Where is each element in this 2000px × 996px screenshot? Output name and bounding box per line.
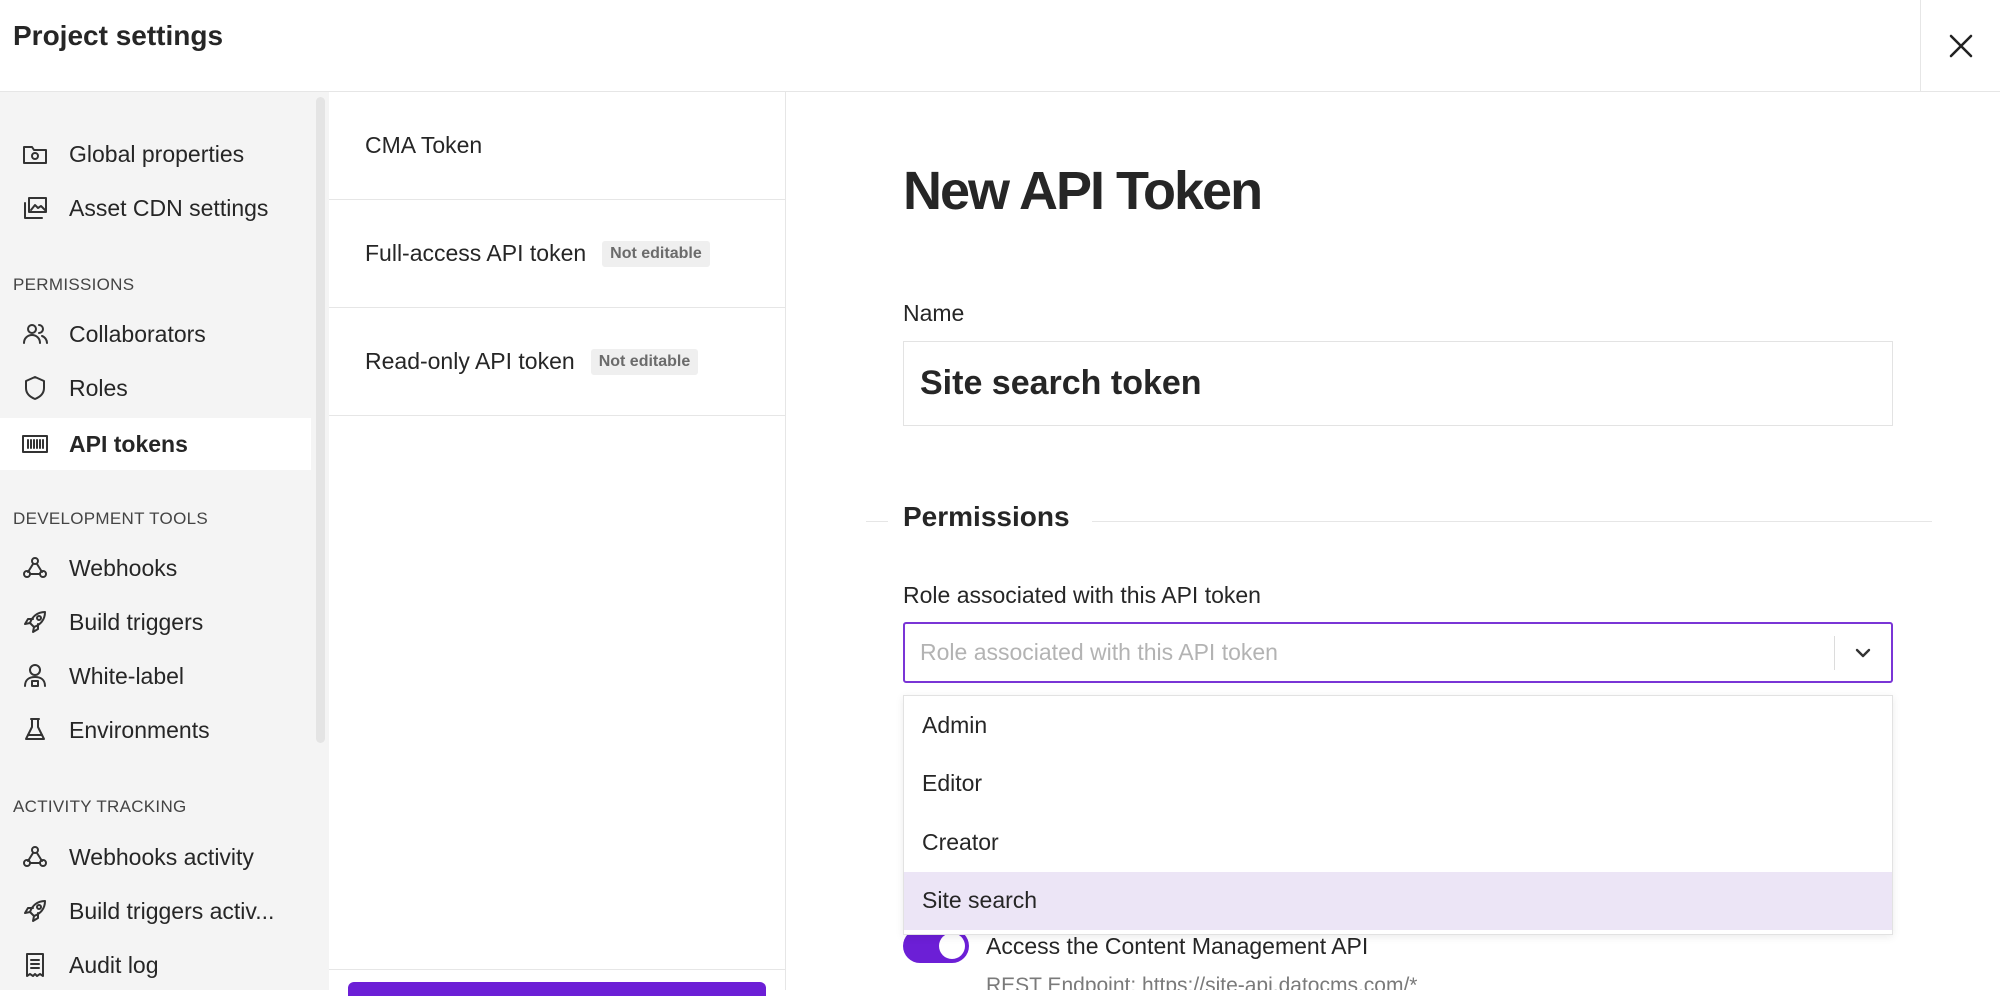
section-heading-development-tools: DEVELOPMENT TOOLS — [13, 509, 208, 528]
new-token-button[interactable] — [348, 982, 766, 996]
folder-gear-icon — [20, 139, 50, 169]
name-label: Name — [903, 300, 965, 326]
role-label: Role associated with this API token — [903, 582, 1261, 608]
divider — [329, 969, 785, 970]
role-option-admin[interactable]: Admin — [904, 696, 1892, 755]
sidebar-item-environments[interactable]: Environments — [0, 704, 311, 756]
flask-icon — [20, 715, 50, 745]
name-input[interactable] — [903, 341, 1893, 426]
users-icon — [20, 319, 50, 349]
token-item-full-access[interactable]: Full-access API token Not editable — [329, 200, 785, 308]
rest-endpoint-hint: REST Endpoint: https://site-api.datocms.… — [986, 974, 1418, 990]
divider — [866, 521, 888, 522]
sidebar-item-label: Build triggers activ... — [69, 897, 275, 924]
sidebar-item-white-label[interactable]: White-label — [0, 650, 311, 702]
sidebar-item-asset-cdn-settings[interactable]: Asset CDN settings — [0, 182, 311, 234]
close-icon — [1949, 34, 1972, 58]
toggle-knob — [939, 933, 965, 959]
role-option-creator[interactable]: Creator — [904, 813, 1892, 872]
sidebar-item-label: White-label — [69, 662, 185, 689]
sidebar-item-collaborators[interactable]: Collaborators — [0, 308, 311, 360]
cma-access-label: Access the Content Management API — [986, 933, 1369, 959]
webhook-icon — [20, 553, 50, 583]
sidebar-item-label: Asset CDN settings — [69, 194, 269, 221]
not-editable-badge: Not editable — [590, 348, 699, 375]
user-badge-icon — [20, 661, 50, 691]
barcode-icon — [20, 429, 50, 459]
sidebar-item-webhooks-activity[interactable]: Webhooks activity — [0, 831, 311, 883]
sidebar-item-roles[interactable]: Roles — [0, 362, 311, 414]
shield-icon — [20, 373, 50, 403]
sidebar-item-api-tokens[interactable]: API tokens — [0, 418, 311, 470]
sidebar-scrollbar[interactable] — [316, 97, 325, 743]
sidebar-item-label: Webhooks activity — [69, 843, 254, 870]
sidebar-item-label: Global properties — [69, 140, 245, 167]
main-panel: New API Token Name Permissions Role asso… — [786, 92, 2000, 990]
sidebar-item-label: Webhooks — [69, 554, 178, 581]
token-list: CMA Token Full-access API token Not edit… — [329, 92, 786, 996]
sidebar-item-label: Environments — [69, 716, 210, 743]
sidebar-item-webhooks[interactable]: Webhooks — [0, 542, 311, 594]
not-editable-badge: Not editable — [602, 240, 710, 267]
images-icon — [20, 193, 50, 223]
role-select[interactable]: Role associated with this API token — [903, 622, 1893, 683]
form-title: New API Token — [903, 161, 1263, 221]
sidebar-item-build-triggers-activity[interactable]: Build triggers activ... — [0, 885, 311, 937]
token-item-cma-token[interactable]: CMA Token — [329, 92, 785, 200]
sidebar-item-build-triggers[interactable]: Build triggers — [0, 596, 311, 648]
receipt-icon — [20, 950, 50, 980]
sidebar-item-label: Build triggers — [69, 608, 204, 635]
page-title: Project settings — [13, 20, 224, 51]
sidebar-item-global-properties[interactable]: Global properties — [0, 128, 311, 180]
sidebar-item-label: Collaborators — [69, 320, 206, 347]
header: Project settings — [0, 0, 2000, 92]
webhook-icon — [20, 842, 50, 872]
token-label: Full-access API token — [365, 240, 587, 266]
token-label: Read-only API token — [365, 348, 575, 374]
section-heading-activity-tracking: ACTIVITY TRACKING — [13, 797, 187, 816]
token-label: CMA Token — [365, 132, 483, 158]
role-option-editor[interactable]: Editor — [904, 755, 1892, 814]
rocket-icon — [20, 896, 50, 926]
permissions-heading: Permissions — [903, 501, 1070, 532]
sidebar-item-label: API tokens — [69, 430, 188, 457]
close-button[interactable] — [1920, 0, 2000, 92]
sidebar-item-audit-log[interactable]: Audit log — [0, 939, 311, 990]
sidebar-item-label: Roles — [69, 374, 128, 401]
chevron-down-icon[interactable] — [1835, 643, 1891, 663]
divider — [1092, 521, 1932, 522]
section-heading-permissions: PERMISSIONS — [13, 275, 135, 294]
sidebar-item-label: Audit log — [69, 951, 159, 978]
role-select-placeholder: Role associated with this API token — [920, 639, 1278, 665]
role-dropdown-menu: Admin Editor Creator Site search — [903, 695, 1893, 935]
role-option-site-search[interactable]: Site search — [904, 871, 1892, 930]
sidebar: Global properties Asset CDN settings PER… — [0, 92, 329, 990]
token-item-read-only[interactable]: Read-only API token Not editable — [329, 308, 785, 416]
rocket-icon — [20, 607, 50, 637]
